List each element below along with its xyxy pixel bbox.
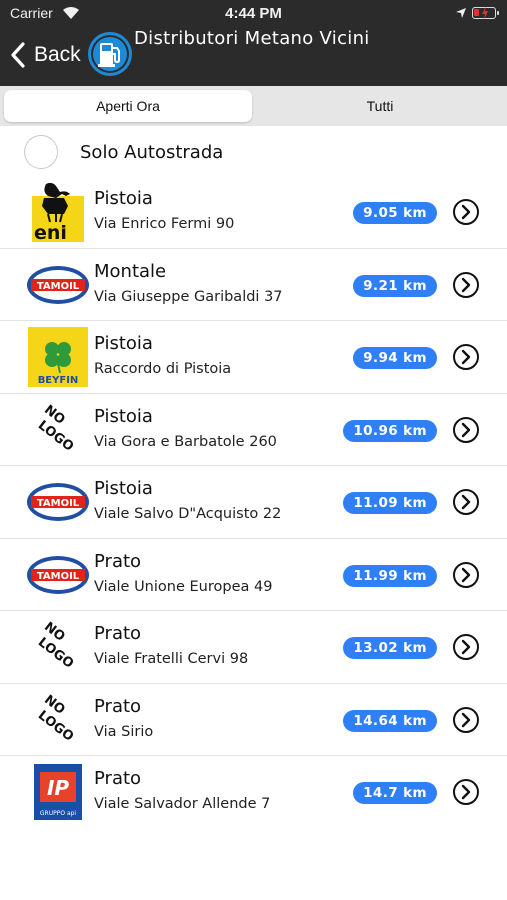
fuel-pump-icon: [88, 32, 132, 76]
list-item[interactable]: TAMOIL Pistoia Viale Salvo D"Acquisto 22…: [0, 466, 507, 539]
chevron-circle-right-icon[interactable]: [452, 633, 480, 661]
filter-label: Solo Autostrada: [80, 141, 224, 163]
station-address: Raccordo di Pistoia: [94, 361, 232, 377]
ip-logo-text: IP: [47, 776, 69, 800]
eni-logo-text: eni: [34, 222, 67, 242]
no-logo-placeholder: NO LOGO: [35, 402, 76, 454]
ip-logo: IP GRUPPO api: [34, 764, 82, 820]
chevron-circle-right-icon[interactable]: [452, 561, 480, 589]
station-address: Viale Fratelli Cervi 98: [94, 651, 249, 667]
distance-badge: 11.09 km: [343, 492, 437, 514]
station-city: Pistoia: [94, 405, 153, 427]
no-logo-placeholder: NO LOGO: [35, 692, 76, 744]
station-address: Viale Salvo D"Acquisto 22: [94, 506, 282, 522]
station-list: eni Pistoia Via Enrico Fermi 90 9.05 km …: [0, 176, 507, 829]
charging-bolt-icon: [482, 6, 488, 20]
station-city: Prato: [94, 695, 142, 717]
list-item[interactable]: NO LOGO Pistoia Via Gora e Barbatole 260…: [0, 394, 507, 466]
solo-autostrada-toggle[interactable]: Solo Autostrada: [24, 134, 223, 170]
tamoil-logo: TAMOIL: [27, 483, 89, 521]
tamoil-logo-text: TAMOIL: [37, 498, 80, 509]
list-item[interactable]: TAMOIL Prato Viale Unione Europea 49 11.…: [0, 539, 507, 611]
back-label: Back: [34, 43, 81, 66]
eni-logo: eni: [32, 182, 84, 242]
chevron-circle-right-icon[interactable]: [452, 488, 480, 516]
tab-aperti-ora[interactable]: Aperti Ora: [4, 90, 252, 122]
list-item[interactable]: NO LOGO Prato Viale Fratelli Cervi 98 13…: [0, 611, 507, 684]
distance-badge: 14.7 km: [353, 782, 437, 804]
chevron-circle-right-icon[interactable]: [452, 271, 480, 299]
station-city: Pistoia: [94, 333, 153, 354]
navigation-bar: Carrier 4:44 PM Back Distributori Metano…: [0, 0, 507, 86]
station-city: Pistoia: [94, 478, 153, 499]
station-city: Prato: [94, 623, 142, 644]
distance-badge: 9.21 km: [353, 274, 437, 297]
ip-logo-subtext: GRUPPO api: [40, 810, 77, 817]
list-item[interactable]: BEYFIN Pistoia Raccordo di Pistoia 9.94 …: [0, 321, 507, 394]
station-address: Via Enrico Fermi 90: [94, 216, 235, 232]
station-address: Viale Unione Europea 49: [94, 578, 273, 595]
distance-badge: 11.99 km: [343, 564, 437, 587]
distance-badge: 9.94 km: [353, 347, 437, 369]
segmented-control: Aperti Ora Tutti: [0, 86, 507, 126]
station-address: Via Gora e Barbatole 260: [94, 433, 277, 450]
status-time: 4:44 PM: [225, 5, 282, 22]
beyfin-logo: BEYFIN: [28, 327, 88, 387]
distance-badge: 14.64 km: [343, 709, 437, 732]
chevron-circle-right-icon[interactable]: [452, 778, 480, 806]
status-bar: Carrier 4:44 PM: [0, 0, 507, 28]
tamoil-logo-text: TAMOIL: [37, 281, 80, 292]
location-arrow-icon: [456, 8, 466, 18]
list-item[interactable]: IP GRUPPO api Prato Viale Salvador Allen…: [0, 756, 507, 829]
beyfin-logo-text: BEYFIN: [38, 375, 79, 386]
tab-tutti[interactable]: Tutti: [256, 90, 504, 122]
radio-empty-icon[interactable]: [24, 135, 58, 169]
station-city: Prato: [94, 768, 142, 789]
no-logo-placeholder: NO LOGO: [35, 619, 76, 671]
list-item[interactable]: NO LOGO Prato Via Sirio 14.64 km: [0, 684, 507, 756]
chevron-circle-right-icon[interactable]: [452, 343, 480, 371]
tamoil-logo-text: TAMOIL: [37, 571, 80, 582]
chevron-circle-right-icon[interactable]: [452, 706, 480, 734]
distance-badge: 13.02 km: [343, 637, 437, 659]
distance-badge: 10.96 km: [343, 419, 437, 442]
station-address: Viale Salvador Allende 7: [94, 796, 271, 812]
chevron-left-icon: [11, 42, 25, 68]
station-city: Montale: [94, 260, 167, 282]
station-city: Pistoia: [94, 188, 153, 209]
chevron-circle-right-icon[interactable]: [452, 416, 480, 444]
chevron-circle-right-icon[interactable]: [452, 198, 480, 226]
back-button[interactable]: Back: [10, 38, 81, 72]
list-item[interactable]: TAMOIL Montale Via Giuseppe Garibaldi 37…: [0, 249, 507, 321]
tamoil-logo: TAMOIL: [27, 555, 89, 594]
station-address: Via Giuseppe Garibaldi 37: [94, 288, 283, 305]
tamoil-logo: TAMOIL: [27, 265, 89, 304]
station-address: Via Sirio: [94, 723, 154, 740]
distance-badge: 9.05 km: [353, 202, 437, 224]
page-title: Distributori Metano Vicini: [134, 28, 370, 49]
list-item[interactable]: eni Pistoia Via Enrico Fermi 90 9.05 km: [0, 176, 507, 249]
station-city: Prato: [94, 550, 142, 572]
